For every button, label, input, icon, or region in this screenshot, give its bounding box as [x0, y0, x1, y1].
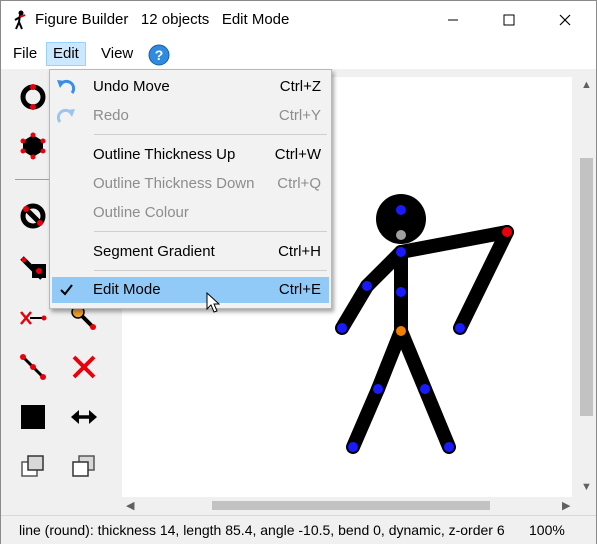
menu-item-shortcut: Ctrl+Z	[279, 78, 321, 95]
menu-item-shortcut: Ctrl+W	[274, 146, 321, 163]
hide-circle-tool[interactable]	[16, 199, 50, 233]
menu-view[interactable]: View	[95, 42, 139, 66]
vertical-scroll-thumb[interactable]	[580, 158, 593, 416]
maximize-button[interactable]	[486, 1, 532, 39]
menu-item-label: Undo Move	[93, 78, 170, 95]
menu-item-shortcut: Ctrl+Y	[278, 107, 321, 124]
close-icon	[559, 14, 571, 26]
scroll-down-icon[interactable]: ▼	[581, 481, 592, 493]
menu-item-label: Segment Gradient	[93, 243, 215, 260]
segment-tool[interactable]	[16, 350, 50, 384]
scroll-left-icon[interactable]: ◀	[126, 499, 134, 512]
menu-item-shortcut: Ctrl+E	[278, 281, 321, 298]
minimize-button[interactable]	[430, 1, 476, 39]
scroll-up-icon[interactable]: ▲	[581, 79, 592, 91]
scroll-right-icon[interactable]: ▶	[562, 499, 570, 512]
horizontal-scroll-thumb[interactable]	[212, 501, 490, 510]
delete-tool[interactable]	[67, 350, 101, 384]
add-image-tool[interactable]	[16, 250, 50, 284]
vertical-scrollbar[interactable]: ▲ ▼	[578, 77, 595, 497]
status-bar: line (round): thickness 14, length 85.4,…	[1, 515, 596, 544]
menu-item-outline-thickness-down[interactable]: Outline Thickness Down Ctrl+Q	[52, 171, 329, 197]
menu-item-label: Redo	[93, 107, 129, 124]
status-selection-info: line (round): thickness 14, length 85.4,…	[19, 522, 505, 538]
app-name: Figure Builder	[35, 11, 129, 28]
add-circle-tool-icon	[20, 84, 46, 110]
object-count: 12 objects	[140, 11, 210, 28]
horizontal-scrollbar[interactable]: ◀ ▶	[122, 497, 578, 514]
segment-tool-icon	[20, 354, 46, 380]
flip-tool[interactable]	[67, 400, 101, 434]
send-backward-tool[interactable]	[67, 450, 101, 484]
menu-separator	[94, 134, 327, 135]
add-circle-tool[interactable]	[16, 80, 50, 114]
bring-forward-icon	[21, 455, 44, 477]
add-polygon-tool[interactable]	[16, 129, 50, 163]
undo-icon	[57, 79, 76, 94]
add-polygon-tool-icon	[20, 132, 46, 160]
menu-separator	[94, 231, 327, 232]
mouse-pointer-icon	[206, 292, 220, 313]
cut-segment-tool-icon	[20, 311, 47, 325]
flip-tool-icon	[71, 410, 97, 424]
status-zoom: 100%	[529, 522, 565, 538]
menu-item-edit-mode[interactable]: Edit Mode Ctrl+E	[52, 277, 329, 303]
redo-icon	[56, 108, 75, 123]
menu-item-shortcut: Ctrl+H	[278, 243, 321, 260]
checkmark-icon	[60, 284, 73, 296]
menu-item-label: Outline Thickness Up	[93, 146, 236, 163]
svg-text:?: ?	[155, 47, 164, 63]
menu-separator	[94, 270, 327, 271]
fill-color-tool-icon	[21, 405, 45, 429]
mode-label: Edit Mode	[221, 11, 290, 28]
menu-bar: File Edit View	[1, 39, 596, 69]
menu-edit[interactable]: Edit	[46, 42, 86, 66]
close-button[interactable]	[542, 1, 588, 39]
bring-forward-tool[interactable]	[16, 450, 50, 484]
help-icon[interactable]: ?	[148, 44, 170, 66]
menu-item-outline-colour[interactable]: Outline Colour	[52, 200, 329, 226]
menu-item-undo-move[interactable]: Undo Move Ctrl+Z	[52, 74, 329, 100]
send-backward-icon	[72, 455, 95, 477]
menu-file[interactable]: File	[7, 42, 43, 66]
window-title: Figure Builder 12 objects Edit Mode	[35, 11, 289, 28]
app-window: Figure Builder 12 objects Edit Mode File…	[0, 0, 597, 544]
add-image-tool-icon	[20, 256, 46, 280]
delete-tool-icon	[72, 355, 96, 379]
menu-item-segment-gradient[interactable]: Segment Gradient Ctrl+H	[52, 239, 329, 265]
title-bar: Figure Builder 12 objects Edit Mode	[1, 1, 596, 39]
menu-item-redo[interactable]: Redo Ctrl+Y	[52, 103, 329, 129]
menu-item-label: Outline Thickness Down	[93, 175, 255, 192]
minimize-icon	[448, 19, 458, 21]
menu-item-label: Edit Mode	[93, 281, 161, 298]
menu-item-outline-thickness-up[interactable]: Outline Thickness Up Ctrl+W	[52, 142, 329, 168]
fill-color-tool[interactable]	[16, 400, 50, 434]
app-stickman-icon	[14, 10, 26, 30]
menu-item-label: Outline Colour	[93, 204, 189, 221]
edit-menu-dropdown: Undo Move Ctrl+Z Redo Ctrl+Y Outline Thi…	[49, 69, 332, 309]
cut-segment-tool[interactable]	[16, 301, 50, 335]
menu-item-shortcut: Ctrl+Q	[277, 175, 321, 192]
maximize-icon	[503, 14, 515, 26]
hide-circle-tool-icon	[20, 203, 46, 229]
